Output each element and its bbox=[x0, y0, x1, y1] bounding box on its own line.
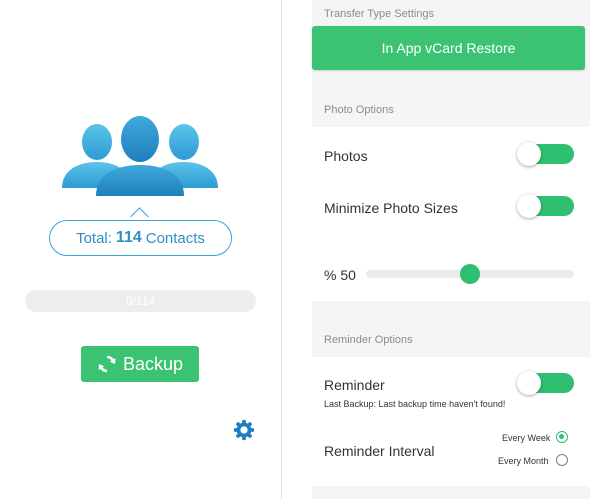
every-month-radio[interactable] bbox=[556, 454, 568, 466]
contact-count-badge: Total: 114 Contacts bbox=[49, 220, 232, 256]
reminder-options-header: Reminder Options bbox=[324, 334, 413, 346]
toggle-knob bbox=[517, 194, 541, 218]
reminder-toggle[interactable] bbox=[517, 371, 574, 395]
photo-size-percent: % 50 bbox=[324, 267, 356, 283]
reminder-options-card: Reminder Last Backup: Last backup time h… bbox=[312, 357, 590, 486]
gear-icon[interactable] bbox=[233, 419, 255, 441]
progress-text: 0/114 bbox=[125, 294, 156, 308]
last-backup-note: Last Backup: Last backup time haven't fo… bbox=[324, 399, 506, 409]
contacts-group-icon bbox=[62, 116, 218, 196]
sync-icon bbox=[98, 355, 116, 373]
minimize-photo-toggle[interactable] bbox=[517, 194, 574, 218]
reminder-interval-label: Reminder Interval bbox=[324, 443, 435, 459]
slider-thumb[interactable] bbox=[460, 264, 480, 284]
backup-label: Backup bbox=[122, 353, 184, 374]
reminder-label: Reminder bbox=[324, 377, 385, 393]
panel-divider bbox=[281, 0, 282, 499]
backup-button[interactable]: Backup bbox=[81, 346, 199, 382]
vcard-restore-button[interactable]: In App vCard Restore bbox=[312, 26, 585, 70]
photo-options-card: Photos Minimize Photo Sizes % 50 bbox=[312, 127, 590, 301]
photos-label: Photos bbox=[324, 148, 368, 164]
settings-panel: Transfer Type Settings In App vCard Rest… bbox=[312, 0, 590, 499]
photo-options-header: Photo Options bbox=[324, 104, 394, 116]
total-suffix: Contacts bbox=[145, 229, 205, 247]
toggle-knob bbox=[517, 142, 541, 166]
total-count: 114 bbox=[115, 229, 142, 246]
toggle-knob bbox=[517, 371, 541, 395]
backup-progress-bar: 0/114 bbox=[25, 290, 256, 312]
photo-size-slider[interactable] bbox=[366, 264, 574, 284]
every-month-label: Every Month bbox=[498, 456, 549, 466]
photos-toggle[interactable] bbox=[517, 142, 574, 166]
every-week-radio[interactable] bbox=[556, 431, 568, 443]
minimize-photo-label: Minimize Photo Sizes bbox=[324, 200, 458, 216]
transfer-type-header: Transfer Type Settings bbox=[324, 8, 435, 20]
every-week-label: Every Week bbox=[502, 433, 551, 443]
backup-panel: Total: 114 Contacts 0/114 Backup bbox=[0, 0, 281, 499]
total-prefix: Total: bbox=[76, 229, 112, 247]
